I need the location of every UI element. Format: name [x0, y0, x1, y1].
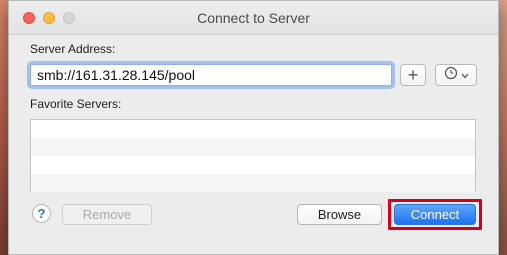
window-title: Connect to Server	[197, 10, 310, 26]
list-row[interactable]	[31, 174, 475, 192]
desktop-wallpaper-left	[0, 0, 8, 255]
connect-to-server-window: Connect to Server Server Address: + Favo…	[8, 0, 499, 255]
favorite-servers-list[interactable]	[30, 119, 476, 192]
chevron-down-icon	[461, 66, 469, 84]
list-row[interactable]	[31, 156, 475, 174]
desktop-wallpaper-right	[499, 0, 507, 255]
plus-icon: +	[407, 65, 419, 85]
recent-servers-button[interactable]	[435, 64, 477, 86]
connect-button[interactable]: Connect	[394, 204, 476, 225]
clock-icon	[444, 66, 458, 85]
remove-button[interactable]: Remove	[62, 204, 152, 225]
add-favorite-button[interactable]: +	[400, 64, 426, 86]
list-row[interactable]	[31, 120, 475, 138]
list-row[interactable]	[31, 138, 475, 156]
server-address-label: Server Address:	[30, 42, 116, 56]
title-bar[interactable]: Connect to Server	[9, 1, 498, 35]
browse-button[interactable]: Browse	[297, 204, 382, 225]
help-button[interactable]: ?	[32, 204, 51, 223]
question-mark-icon: ?	[37, 206, 46, 221]
server-address-input[interactable]	[30, 64, 392, 86]
favorite-servers-label: Favorite Servers:	[30, 97, 122, 111]
